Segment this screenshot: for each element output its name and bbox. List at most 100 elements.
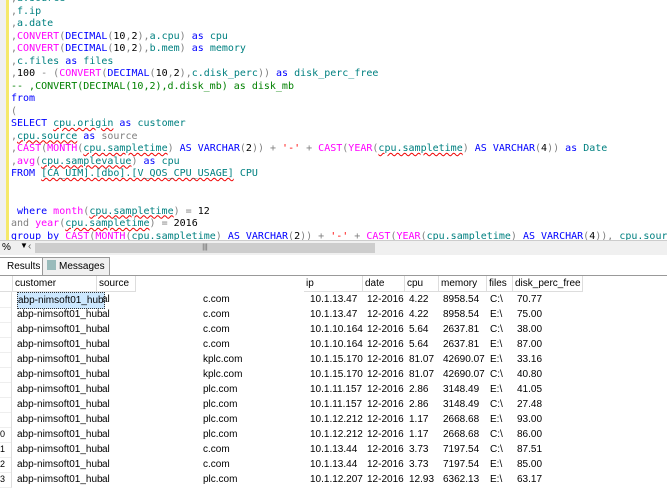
cell-ip[interactable]: 10.1.15.170: [310, 367, 363, 382]
cell-cpu[interactable]: 1.17: [409, 427, 428, 442]
cell-date[interactable]: 12-2016: [367, 412, 404, 427]
cell-cpu[interactable]: 2.86: [409, 382, 428, 397]
table-row[interactable]: 3 abp-nimsoft01_hub al plc.com 10.1.12.207 12…: [0, 472, 667, 488]
cell-memory[interactable]: 3148.49: [443, 397, 479, 412]
cell-disk-perc-free[interactable]: 87.00: [517, 337, 542, 352]
cell-memory[interactable]: 8958.54: [443, 292, 479, 307]
cell-host[interactable]: plc.com: [203, 382, 237, 397]
cell-files[interactable]: E:\: [490, 337, 502, 352]
cell-memory[interactable]: 2668.68: [443, 412, 479, 427]
cell-memory[interactable]: 2668.68: [443, 427, 479, 442]
cell-files[interactable]: C:\: [490, 397, 503, 412]
sql-code[interactable]: ,a.source ,f.ip ,a.date ,CONVERT(DECIMAL…: [11, 0, 667, 240]
cell-cpu[interactable]: 4.22: [409, 307, 428, 322]
table-row[interactable]: abp-nimsoft01_hub al c.com 10.1.13.47 12-201…: [0, 307, 667, 323]
scrollbar-thumb[interactable]: |||: [35, 243, 375, 253]
cell-files[interactable]: C:\: [490, 322, 503, 337]
tab-results[interactable]: Results: [0, 257, 46, 275]
cell-cpu[interactable]: 81.07: [409, 367, 434, 382]
cell-host[interactable]: c.com: [203, 322, 230, 337]
row-number[interactable]: 0: [0, 427, 12, 443]
horizontal-scrollbar[interactable]: % ▼ ‹ |||: [0, 240, 667, 255]
cell-cpu[interactable]: 2.86: [409, 397, 428, 412]
cell-disk-perc-free[interactable]: 27.48: [517, 397, 542, 412]
cell-date[interactable]: 12-2016: [367, 352, 404, 367]
cell-ip[interactable]: 10.1.13.47: [310, 307, 357, 322]
table-row[interactable]: abp-nimsoft01_hub al plc.com 10.1.12.212 12-…: [0, 412, 667, 428]
cell-customer[interactable]: abp-nimsoft01_hub: [17, 457, 103, 472]
cell-date[interactable]: 12-2016: [367, 322, 404, 337]
cell-date[interactable]: 12-2016: [367, 427, 404, 442]
sql-editor[interactable]: ,a.source ,f.ip ,a.date ,CONVERT(DECIMAL…: [0, 0, 667, 240]
table-row[interactable]: abp-nimsoft01_hub al plc.com 10.1.11.157 12-…: [0, 397, 667, 413]
cell-files[interactable]: E:\: [490, 307, 502, 322]
row-number[interactable]: [0, 322, 12, 338]
cell-files[interactable]: C:\: [490, 442, 503, 457]
cell-ip[interactable]: 10.1.13.44: [310, 442, 357, 457]
cell-host[interactable]: c.com: [203, 292, 230, 307]
cell-cpu[interactable]: 12.93: [409, 472, 434, 487]
row-number[interactable]: [0, 397, 12, 413]
cell-memory[interactable]: 42690.07: [443, 352, 485, 367]
cell-cpu[interactable]: 81.07: [409, 352, 434, 367]
cell-disk-perc-free[interactable]: 41.05: [517, 382, 542, 397]
cell-memory[interactable]: 3148.49: [443, 382, 479, 397]
cell-source[interactable]: al: [102, 397, 110, 412]
cell-date[interactable]: 12-2016: [367, 382, 404, 397]
table-row[interactable]: abp-nimsoft01_hub al c.com 10.1.10.164 12-20…: [0, 337, 667, 353]
cell-source[interactable]: al: [102, 292, 110, 307]
cell-disk-perc-free[interactable]: 75.00: [517, 307, 542, 322]
cell-source[interactable]: al: [102, 457, 110, 472]
cell-memory[interactable]: 8958.54: [443, 307, 479, 322]
cell-files[interactable]: E:\: [490, 412, 502, 427]
column-header-customer[interactable]: customer: [13, 276, 97, 292]
cell-files[interactable]: E:\: [490, 352, 502, 367]
cell-host[interactable]: c.com: [203, 337, 230, 352]
cell-memory[interactable]: 7197.54: [443, 457, 479, 472]
cell-customer[interactable]: abp-nimsoft01_hub: [17, 382, 103, 397]
cell-ip[interactable]: 10.1.11.157: [310, 397, 362, 412]
cell-date[interactable]: 12-2016: [367, 457, 404, 472]
cell-date[interactable]: 12-2016: [367, 292, 404, 307]
cell-customer[interactable]: abp-nimsoft01_hub: [17, 427, 103, 442]
results-grid[interactable]: customer source ip date cpu memory files…: [0, 276, 667, 488]
cell-cpu[interactable]: 1.17: [409, 412, 428, 427]
cell-source[interactable]: al: [102, 322, 110, 337]
cell-ip[interactable]: 10.1.13.47: [310, 292, 357, 307]
cell-ip[interactable]: 10.1.10.164: [310, 337, 363, 352]
column-header-date[interactable]: date: [363, 276, 405, 292]
cell-customer[interactable]: abp-nimsoft01_hub: [17, 337, 103, 352]
cell-disk-perc-free[interactable]: 86.00: [517, 427, 542, 442]
column-header-ip[interactable]: ip: [304, 276, 363, 292]
cell-memory[interactable]: 2637.81: [443, 337, 479, 352]
cell-source[interactable]: al: [102, 367, 110, 382]
cell-disk-perc-free[interactable]: 70.77: [517, 292, 542, 307]
cell-source[interactable]: al: [102, 337, 110, 352]
cell-disk-perc-free[interactable]: 63.17: [517, 472, 542, 487]
cell-date[interactable]: 12-2016: [367, 442, 404, 457]
cell-source[interactable]: al: [102, 352, 110, 367]
column-header-cpu[interactable]: cpu: [405, 276, 439, 292]
cell-memory[interactable]: 7197.54: [443, 442, 479, 457]
cell-date[interactable]: 12-2016: [367, 367, 404, 382]
table-row[interactable]: abp-nimsoft01_hub al c.com 10.1.10.164 12-20…: [0, 322, 667, 338]
row-number[interactable]: 2: [0, 457, 12, 473]
cell-cpu[interactable]: 3.73: [409, 457, 428, 472]
row-number[interactable]: [0, 352, 12, 368]
table-row[interactable]: abp-nimsoft01_hub al plc.com 10.1.11.157 12-…: [0, 382, 667, 398]
cell-memory[interactable]: 42690.07: [443, 367, 485, 382]
cell-customer[interactable]: abp-nimsoft01_hub: [17, 397, 103, 412]
cell-date[interactable]: 12-2016: [367, 397, 404, 412]
cell-host[interactable]: c.com: [203, 307, 230, 322]
tab-messages[interactable]: Messages: [42, 257, 110, 275]
table-row[interactable]: abp-nimsoft01_hub al kplc.com 10.1.15.170 12…: [0, 367, 667, 383]
cell-customer[interactable]: abp-nimsoft01_hub: [17, 412, 103, 427]
table-row[interactable]: 1 abp-nimsoft01_hub al c.com 10.1.13.44 12-20…: [0, 442, 667, 458]
cell-host[interactable]: c.com: [203, 457, 230, 472]
cell-files[interactable]: C:\: [490, 427, 503, 442]
cell-host[interactable]: plc.com: [203, 472, 237, 487]
cell-files[interactable]: E:\: [490, 472, 502, 487]
cell-cpu[interactable]: 4.22: [409, 292, 428, 307]
table-row[interactable]: 0 abp-nimsoft01_hub al plc.com 10.1.12.212 12…: [0, 427, 667, 443]
cell-ip[interactable]: 10.1.15.170: [310, 352, 363, 367]
